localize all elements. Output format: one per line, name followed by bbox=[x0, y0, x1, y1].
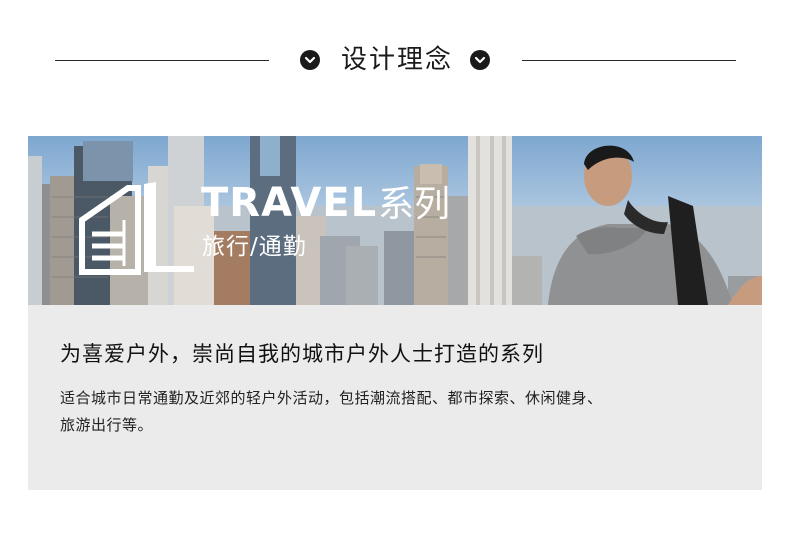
section-header: 设计理念 bbox=[0, 38, 790, 82]
travel-banner-image: TRAVEL 系列 旅行/通勤 bbox=[28, 136, 762, 305]
description-line: 适合城市日常通勤及近郊的轻户外活动，包括潮流搭配、都市探索、休闲健身、 bbox=[60, 389, 603, 407]
series-text: 系列 bbox=[378, 184, 451, 225]
banner-subtitle: 旅行/通勤 bbox=[202, 234, 307, 260]
chevron-down-icon bbox=[470, 50, 490, 70]
travel-brand-text: TRAVEL bbox=[201, 180, 378, 226]
building-logo-icon bbox=[79, 182, 194, 275]
header-divider-left bbox=[55, 60, 269, 61]
header-divider-right bbox=[522, 60, 736, 61]
description-line: 旅游出行等。 bbox=[60, 416, 154, 434]
concept-card: TRAVEL 系列 旅行/通勤 为喜爱户外，崇尚自我的城市户外人士打造的系列 适… bbox=[28, 136, 762, 490]
concept-description: 适合城市日常通勤及近郊的轻户外活动，包括潮流搭配、都市探索、休闲健身、 旅游出行… bbox=[60, 385, 700, 439]
section-title: 设计理念 bbox=[340, 45, 453, 75]
concept-headline: 为喜爱户外，崇尚自我的城市户外人士打造的系列 bbox=[60, 342, 544, 366]
chevron-down-icon bbox=[300, 50, 320, 70]
